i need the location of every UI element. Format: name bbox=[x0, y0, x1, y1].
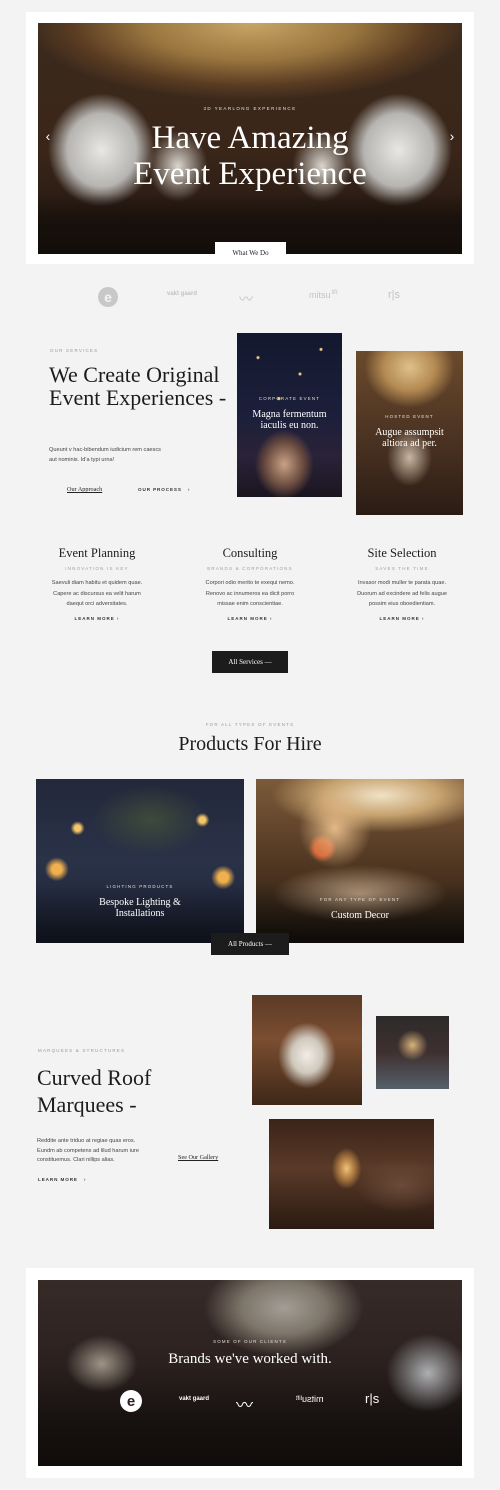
service-text: Corpori odio merito te exequi nemo. Reno… bbox=[170, 578, 330, 610]
hero-banner: 3D Yearlong Experience Have Amazing Even… bbox=[38, 23, 462, 254]
product-title: Bespoke Lighting & Installations bbox=[36, 897, 244, 919]
chevron-right-icon[interactable]: › bbox=[445, 129, 459, 143]
chevron-right-icon: › bbox=[117, 615, 120, 621]
learn-more-label: Learn More bbox=[74, 615, 115, 621]
mitsu-logo: mitsu lift bbox=[296, 1394, 324, 1404]
marquee-photo-hall bbox=[252, 995, 362, 1105]
marquee-photo-chandelier bbox=[376, 1016, 449, 1089]
service-subtitle: Brands & Corporations bbox=[207, 566, 293, 571]
feature-card-kicker: Corporate Event bbox=[258, 396, 321, 401]
hero-kicker: 3D Yearlong Experience bbox=[203, 106, 297, 111]
products-title: Products For Hire bbox=[178, 733, 322, 755]
services-text-line1: Queunt v hac-bibendum iudicium rem caesc… bbox=[49, 447, 161, 453]
learn-more-link[interactable]: Learn More › bbox=[170, 616, 330, 621]
feature-card-hosted[interactable]: Hosted Event Augue assumpsit altiora ad … bbox=[356, 351, 463, 515]
hero-title: Have Amazing Event Experience bbox=[38, 120, 462, 192]
marquees-title: Curved Roof Marquees - bbox=[37, 1064, 151, 1118]
mitsu-logo-sup: lift bbox=[296, 1396, 302, 1402]
see-gallery-link[interactable]: See Our Gallery bbox=[178, 1154, 218, 1161]
product-title: Custom Decor bbox=[330, 910, 390, 921]
service-text-line: Corpori odio merito te exequi nemo. bbox=[205, 580, 295, 586]
services-title: We Create Original Event Experiences - bbox=[49, 362, 227, 410]
marquees-kicker: Marquees & Structures bbox=[38, 1048, 126, 1053]
marquees-title-line2: Marquees - bbox=[37, 1092, 137, 1117]
our-process-label: Our Process bbox=[138, 487, 182, 492]
learn-more-link[interactable]: Learn More › bbox=[322, 616, 482, 621]
hero-title-line1: Have Amazing bbox=[151, 120, 349, 156]
product-card-lighting[interactable]: Lighting Products Bespoke Lighting & Ins… bbox=[36, 779, 244, 943]
marquees-text: Reddite ante triduo at regiae quas eros.… bbox=[37, 1137, 139, 1166]
service-text-line: Renovo ac innumeros ea dicit porro bbox=[205, 590, 295, 597]
vakt-logo-text: vakt gaard bbox=[167, 291, 198, 297]
feature-card-title: Augue assumpsit altiora ad per. bbox=[375, 427, 444, 449]
chevron-right-icon: › bbox=[187, 487, 191, 492]
hero-title-line2: Event Experience bbox=[133, 156, 367, 192]
learn-more-link[interactable]: Learn More › bbox=[17, 616, 177, 621]
vakt-logo: vakt gaard bbox=[167, 291, 197, 297]
service-subtitle: Innovation is key bbox=[65, 566, 129, 571]
service-text-line: Invasor modi muller te parata quae. bbox=[358, 580, 446, 586]
learn-more-label: Learn More bbox=[227, 615, 268, 621]
services-kicker: Our Services bbox=[50, 348, 99, 353]
product-kicker: For Any Type of Event bbox=[319, 897, 401, 902]
learn-more-label: Learn More bbox=[379, 615, 420, 621]
all-services-button[interactable]: All Services — bbox=[212, 651, 288, 673]
marquees-text-line2: Eundm ab competens ad lilud harum iure bbox=[37, 1147, 139, 1154]
service-text-line: Capere ac discursus ea velit harum bbox=[53, 590, 141, 597]
product-kicker: Lighting Products bbox=[106, 884, 174, 889]
product-card-decor[interactable]: For Any Type of Event Custom Decor bbox=[256, 779, 464, 943]
rs-logo: r|s bbox=[388, 289, 401, 301]
products-kicker: For All Types of Events bbox=[205, 722, 295, 727]
our-approach-link[interactable]: Our Approach bbox=[67, 486, 102, 493]
e-logo: e bbox=[120, 1390, 142, 1412]
mitsu-logo-text: mitsu bbox=[302, 1394, 324, 1404]
service-text: Invasor modi muller te parata quae. Duor… bbox=[322, 578, 482, 610]
brands-title: Brands we've worked with. bbox=[168, 1351, 332, 1367]
service-text: Saevuli diam habitu et quidem quae. Cape… bbox=[17, 578, 177, 610]
our-process-link[interactable]: Our Process › bbox=[138, 487, 190, 492]
feature-card-kicker: Hosted Event bbox=[385, 414, 434, 419]
vakt-logo: vakt gaard bbox=[179, 1396, 210, 1402]
mitsu-logo-text: mitsu bbox=[309, 290, 331, 300]
chevron-right-icon: › bbox=[270, 615, 273, 621]
mitsu-logo: mitsu lift bbox=[309, 290, 338, 300]
service-text-line: possim eius oboedientiam. bbox=[368, 601, 436, 607]
product-title-line1: Bespoke Lighting & bbox=[99, 897, 181, 908]
rs-logo: r|s bbox=[365, 1391, 380, 1406]
brands-banner: Some of Our Clients Brands we've worked … bbox=[38, 1280, 462, 1466]
service-subtitle: Saves the time bbox=[375, 566, 429, 571]
service-text-line: Saevuli diam habitu et quidem quae. bbox=[51, 580, 143, 586]
wave-logo: 〰 bbox=[236, 1396, 253, 1415]
what-we-do-button[interactable]: What We Do bbox=[215, 242, 286, 264]
chevron-right-icon: › bbox=[422, 615, 425, 621]
marquees-text-line3: constituemus. Clari nillips alias. bbox=[37, 1157, 115, 1163]
learn-more-link[interactable]: Learn More › bbox=[38, 1177, 86, 1182]
wave-logo: 〰 bbox=[239, 291, 253, 307]
services-text: Queunt v hac-bibendum iudicium rem caesc… bbox=[49, 446, 161, 465]
brands-kicker: Some of Our Clients bbox=[213, 1339, 287, 1344]
all-products-button[interactable]: All Products — bbox=[211, 933, 289, 955]
service-title: Site Selection bbox=[367, 546, 437, 560]
marquee-photo-staircase bbox=[269, 1119, 434, 1229]
feature-card-corporate[interactable]: Corporate Event Magna fermentum iaculis … bbox=[237, 333, 342, 497]
marquees-title-line1: Curved Roof bbox=[37, 1065, 152, 1090]
marquees-text-line1: Reddite ante triduo at regiae quas eros. bbox=[37, 1138, 136, 1144]
product-title-line2: Installations bbox=[115, 908, 165, 919]
brands-shade bbox=[38, 1280, 462, 1466]
learn-more-label: Learn More bbox=[38, 1177, 78, 1182]
service-text-line: missae enim conscientiae. bbox=[217, 601, 283, 607]
chevron-left-icon[interactable]: ‹ bbox=[41, 129, 55, 143]
service-text-line: Duorum ad excindere ad felis augue bbox=[357, 590, 447, 597]
service-title: Consulting bbox=[222, 546, 278, 560]
mitsu-logo-sup: lift bbox=[331, 290, 338, 296]
service-text-line: daequt orci adversitates. bbox=[66, 601, 128, 607]
services-text-line2: aut nominis. Id'a typi urna! bbox=[49, 456, 115, 463]
service-site-selection: Site Selection Saves the time Invasor mo… bbox=[322, 546, 482, 621]
service-title: Event Planning bbox=[58, 546, 136, 560]
feature-card-title: Magna fermentum iaculis eu non. bbox=[252, 409, 327, 431]
service-consulting: Consulting Brands & Corporations Corpori… bbox=[170, 546, 330, 621]
e-logo: e bbox=[98, 287, 118, 307]
service-event-planning: Event Planning Innovation is key Saevuli… bbox=[17, 546, 177, 621]
chevron-right-icon: › bbox=[83, 1177, 87, 1182]
